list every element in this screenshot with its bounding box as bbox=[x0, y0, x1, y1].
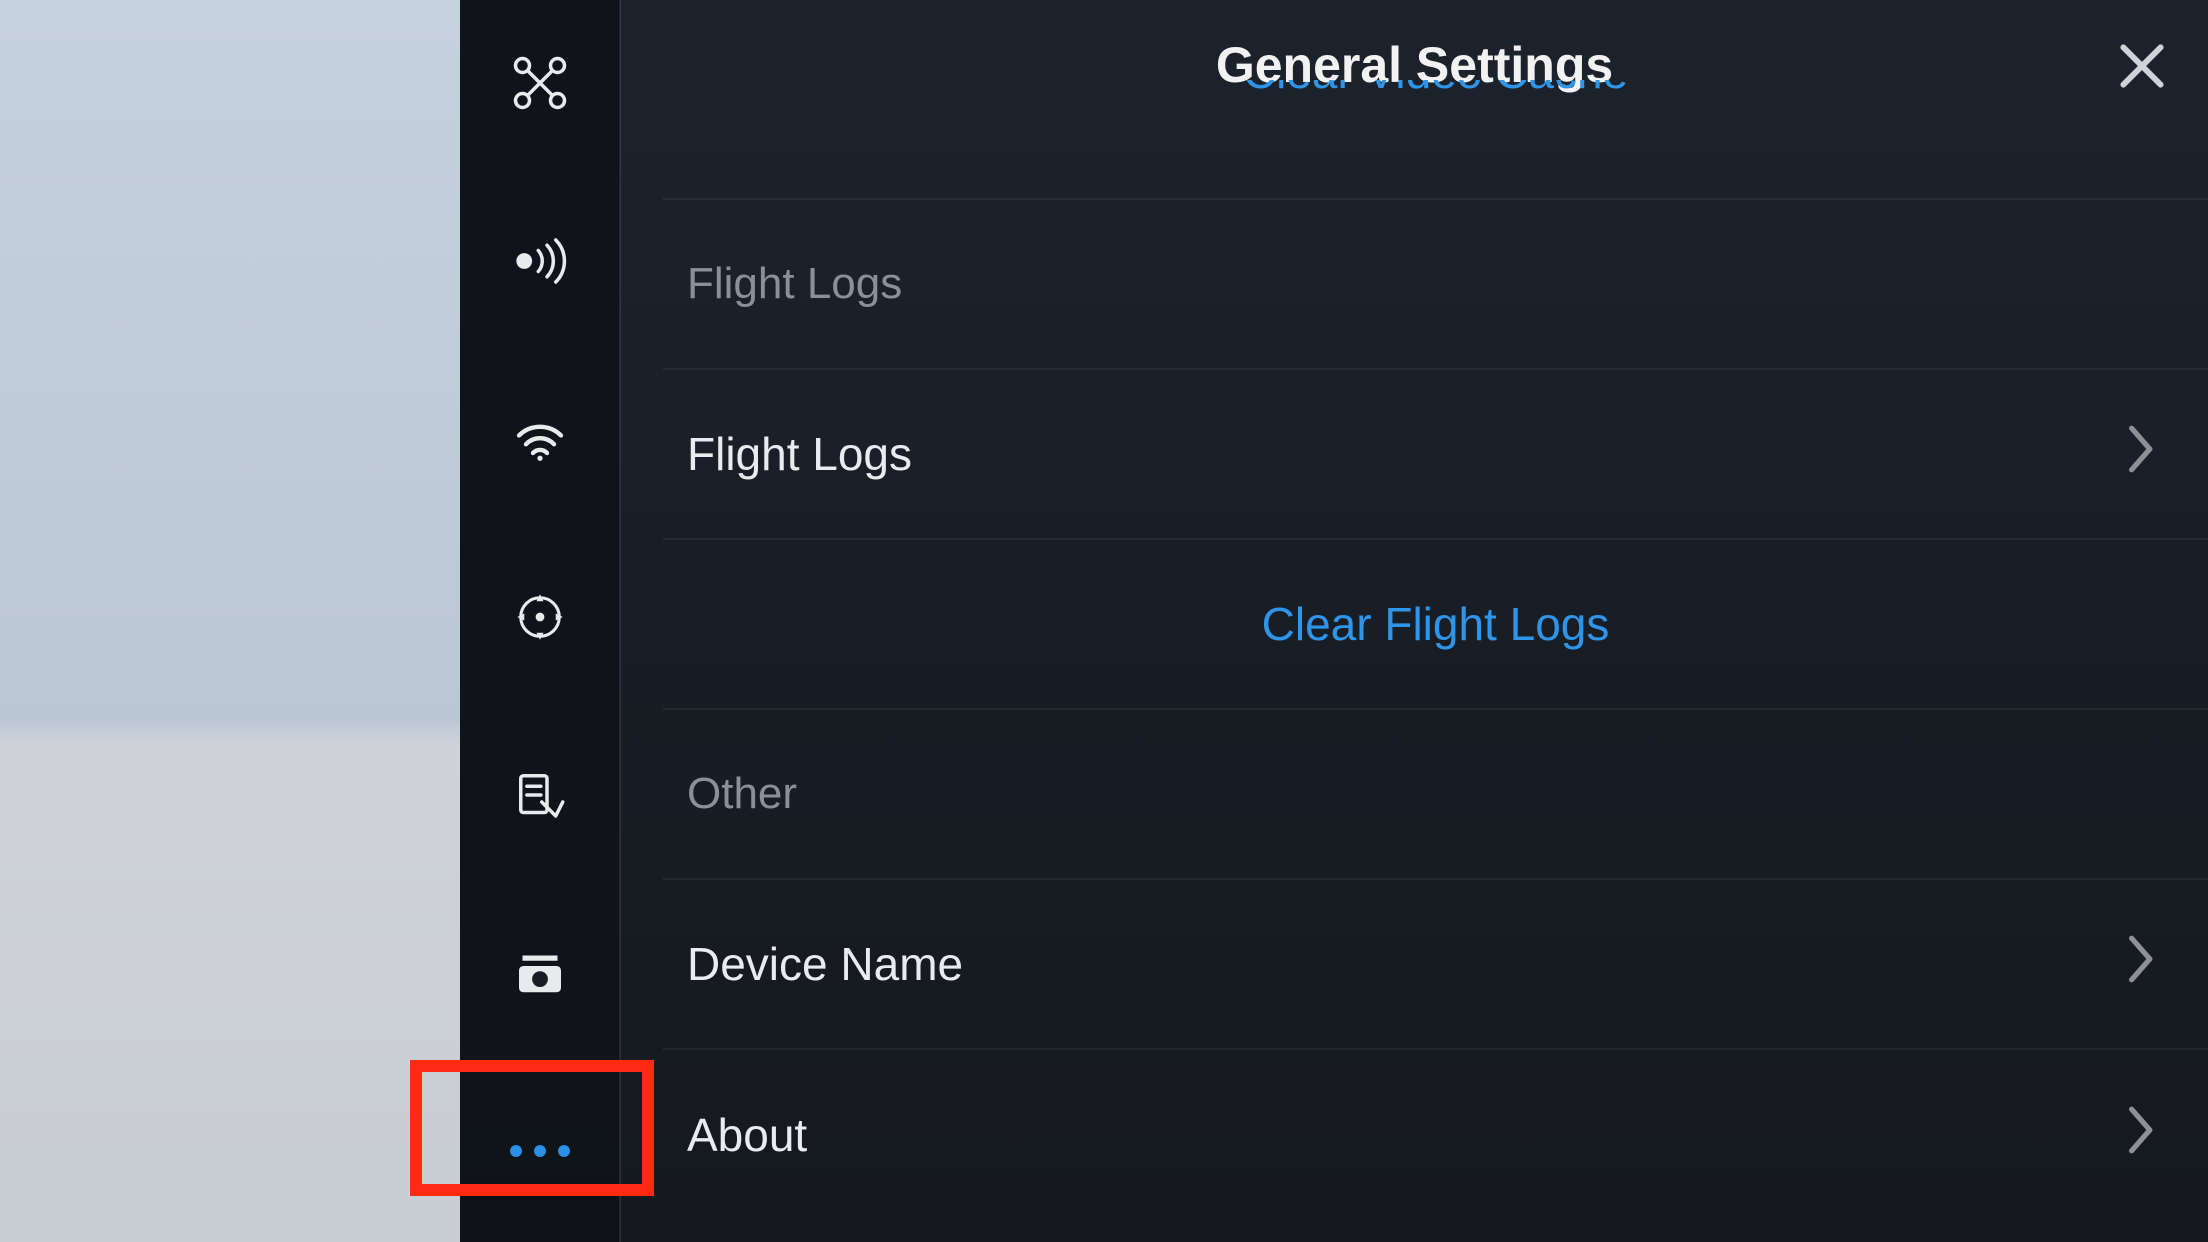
gimbal-icon bbox=[512, 589, 568, 650]
sidebar-item-general[interactable] bbox=[460, 1123, 620, 1183]
row-label: Device Name bbox=[687, 937, 963, 991]
row-label: Flight Logs bbox=[687, 427, 912, 481]
chevron-right-icon bbox=[2124, 933, 2160, 996]
section-header-flight-logs: Flight Logs bbox=[663, 200, 2208, 370]
about-row[interactable]: About bbox=[663, 1050, 2208, 1220]
settings-list[interactable]: Clear Video Cache Flight Logs Flight Log… bbox=[663, 80, 2208, 1242]
drone-icon bbox=[512, 55, 568, 116]
sidebar-item-checklist[interactable] bbox=[460, 767, 620, 827]
settings-content: General Settings Clear Video Cache Fligh… bbox=[621, 0, 2208, 1242]
row-label: About bbox=[687, 1108, 807, 1162]
sidebar-item-aircraft[interactable] bbox=[460, 55, 620, 115]
section-title: Flight Logs bbox=[687, 259, 902, 309]
flight-logs-row[interactable]: Flight Logs bbox=[663, 370, 2208, 540]
sidebar-item-transmission[interactable] bbox=[460, 411, 620, 471]
more-icon bbox=[504, 1144, 576, 1162]
checklist-icon bbox=[512, 767, 568, 828]
clear-flight-logs-button[interactable]: Clear Flight Logs bbox=[663, 540, 2208, 710]
wifi-icon bbox=[512, 411, 568, 472]
sidebar-item-camera[interactable] bbox=[460, 945, 620, 1005]
settings-sidebar bbox=[460, 0, 620, 1242]
action-label: Clear Video Cache bbox=[1243, 80, 1628, 99]
camera-icon bbox=[512, 945, 568, 1006]
clear-video-cache-button[interactable]: Clear Video Cache bbox=[663, 80, 2208, 200]
chevron-right-icon bbox=[2124, 423, 2160, 486]
section-header-other: Other bbox=[663, 710, 2208, 880]
chevron-right-icon bbox=[2124, 1104, 2160, 1167]
sidebar-item-remote[interactable] bbox=[460, 233, 620, 293]
sidebar-item-gimbal[interactable] bbox=[460, 589, 620, 649]
device-name-row[interactable]: Device Name bbox=[663, 880, 2208, 1050]
signal-icon bbox=[512, 233, 568, 294]
section-title: Other bbox=[687, 769, 797, 819]
action-label: Clear Flight Logs bbox=[1262, 597, 1610, 651]
